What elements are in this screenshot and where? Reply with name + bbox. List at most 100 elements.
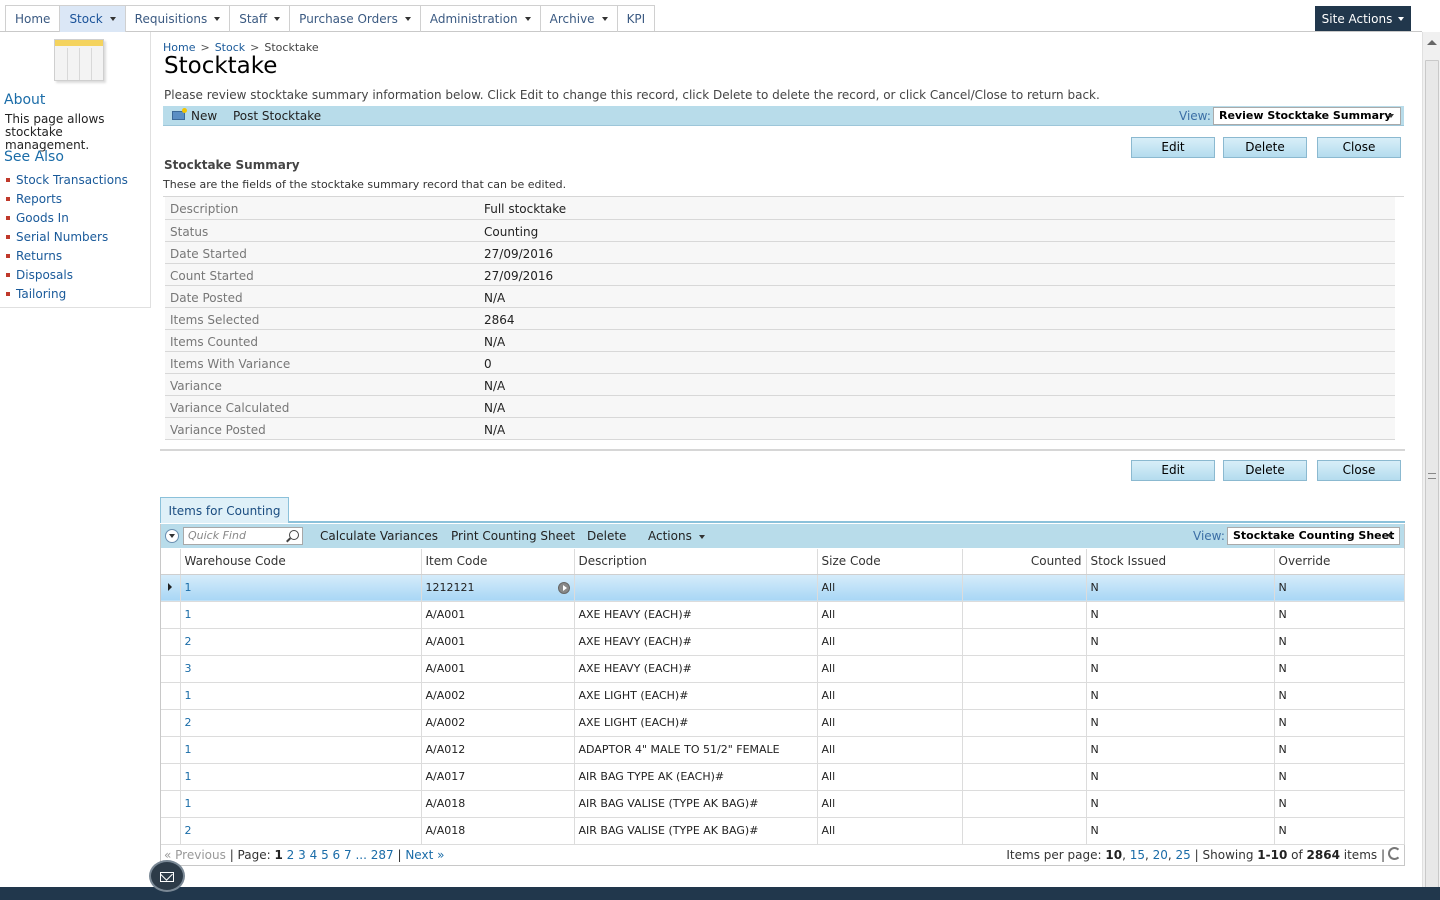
sidebar-link-disposals[interactable]: Disposals [6, 265, 128, 284]
cell-warehouse[interactable]: 1 [180, 574, 422, 602]
page-link-6[interactable]: 6 [333, 848, 341, 862]
edit-button-bottom[interactable]: Edit [1131, 460, 1215, 481]
nav-tab-purchase-orders[interactable]: Purchase Orders [290, 6, 421, 32]
post-stocktake-button[interactable]: Post Stocktake [233, 106, 321, 126]
site-actions-menu[interactable]: Site Actions [1315, 6, 1411, 31]
cell-warehouse[interactable]: 2 [180, 709, 422, 737]
cell-warehouse[interactable]: 1 [180, 682, 422, 710]
actions-menu[interactable]: Actions [648, 524, 705, 548]
scroll-up-icon[interactable] [1427, 40, 1437, 45]
table-row[interactable]: 2 A/A018 AIR BAG VALISE (TYPE AK BAG)# All N… [161, 817, 1405, 845]
table-row[interactable]: 1 A/A001 AXE HEAVY (EACH)# All N N [161, 601, 1405, 629]
nav-tab-stock[interactable]: Stock [60, 6, 126, 32]
cell-warehouse[interactable]: 1 [180, 601, 422, 629]
table-row[interactable]: 1 1212121 All N N [161, 574, 1405, 602]
nav-tab-requisitions[interactable]: Requisitions [126, 6, 231, 32]
previous-page-link[interactable]: « Previous [164, 848, 226, 862]
go-arrow-icon[interactable] [557, 581, 570, 594]
nav-tab-archive[interactable]: Archive [541, 6, 618, 32]
close-button-bottom[interactable]: Close [1317, 460, 1401, 481]
per-page-option-15[interactable]: 15 [1130, 848, 1145, 862]
row-selector[interactable] [161, 574, 181, 602]
row-selector[interactable] [161, 601, 181, 629]
column-header-override[interactable]: Override [1274, 549, 1405, 575]
page-link-7[interactable]: 7 [344, 848, 352, 862]
sidebar-link-goods-in[interactable]: Goods In [6, 208, 128, 227]
grid-view-selector[interactable]: Stocktake Counting Sheet [1227, 527, 1400, 545]
cell-item: A/A018 [421, 817, 575, 845]
close-button[interactable]: Close [1317, 137, 1401, 158]
sidebar-link-serial-numbers[interactable]: Serial Numbers [6, 227, 128, 246]
row-selector[interactable] [161, 682, 181, 710]
cell-item-value: A/A002 [425, 689, 466, 702]
row-selector[interactable] [161, 763, 181, 791]
table-row[interactable]: 2 A/A001 AXE HEAVY (EACH)# All N N [161, 628, 1405, 656]
cell-counted [962, 655, 1087, 683]
cell-warehouse[interactable]: 3 [180, 655, 422, 683]
column-header-size-code[interactable]: Size Code [817, 549, 963, 575]
column-header-counted[interactable]: Counted [962, 549, 1087, 575]
row-selector[interactable] [161, 628, 181, 656]
table-row[interactable]: 3 A/A001 AXE HEAVY (EACH)# All N N [161, 655, 1405, 683]
calculate-variances-button[interactable]: Calculate Variances [320, 524, 438, 548]
sidebar-link-stock-transactions[interactable]: Stock Transactions [6, 170, 128, 189]
cell-counted [962, 574, 1087, 602]
pager-ellipsis[interactable]: ... [355, 848, 366, 862]
refresh-icon[interactable] [1388, 847, 1401, 860]
nav-tab-administration[interactable]: Administration [421, 6, 541, 32]
cell-warehouse[interactable]: 2 [180, 628, 422, 656]
delete-button-bottom[interactable]: Delete [1223, 460, 1307, 481]
per-page-option-20[interactable]: 20 [1153, 848, 1168, 862]
row-selector[interactable] [161, 817, 181, 845]
edit-button[interactable]: Edit [1131, 137, 1215, 158]
nav-tab-home[interactable]: Home [6, 6, 61, 32]
sidebar-link-reports[interactable]: Reports [6, 189, 128, 208]
row-selector[interactable] [161, 736, 181, 764]
per-page-option-25[interactable]: 25 [1176, 848, 1191, 862]
cell-warehouse[interactable]: 2 [180, 817, 422, 845]
search-icon[interactable] [289, 530, 299, 540]
table-row[interactable]: 1 A/A012 ADAPTOR 4" MALE TO 51/2" FEMALE Al… [161, 736, 1405, 764]
new-button[interactable]: New [191, 106, 217, 126]
tab-items-for-counting[interactable]: Items for Counting [160, 497, 289, 523]
table-row[interactable]: 1 A/A018 AIR BAG VALISE (TYPE AK BAG)# All N… [161, 790, 1405, 818]
page-link-1[interactable]: 1 [274, 848, 282, 862]
grid-delete-button[interactable]: Delete [587, 524, 626, 548]
scrollbar-thumb[interactable] [1425, 60, 1439, 890]
row-selector[interactable] [161, 655, 181, 683]
sidebar-link-returns[interactable]: Returns [6, 246, 128, 265]
quick-find-input[interactable]: Quick Find [183, 527, 303, 545]
delete-button[interactable]: Delete [1223, 137, 1307, 158]
view-selector[interactable]: Review Stocktake Summary [1213, 107, 1401, 125]
table-row[interactable]: 1 A/A017 AIR BAG TYPE AK (EACH)# All N N [161, 763, 1405, 791]
nav-tab-kpi[interactable]: KPI [618, 6, 655, 32]
column-header-item-code[interactable]: Item Code [421, 549, 575, 575]
column-header-description[interactable]: Description [574, 549, 818, 575]
page-link-2[interactable]: 2 [287, 848, 295, 862]
vertical-scrollbar[interactable] [1422, 32, 1440, 890]
column-header-stock-issued[interactable]: Stock Issued [1086, 549, 1275, 575]
row-selector[interactable] [161, 790, 181, 818]
nav-tab-staff[interactable]: Staff [230, 6, 291, 32]
table-row[interactable]: 1 A/A002 AXE LIGHT (EACH)# All N N [161, 682, 1405, 710]
page-link-3[interactable]: 3 [298, 848, 306, 862]
column-header-warehouse-code[interactable]: Warehouse Code [180, 549, 422, 575]
sidebar-link-tailoring[interactable]: Tailoring [6, 284, 128, 303]
last-page-link[interactable]: 287 [371, 848, 394, 862]
summary-field-value: N/A [479, 395, 1395, 418]
cell-warehouse[interactable]: 1 [180, 736, 422, 764]
print-counting-sheet-button[interactable]: Print Counting Sheet [451, 524, 575, 548]
mail-button[interactable] [149, 860, 185, 892]
cell-warehouse[interactable]: 1 [180, 763, 422, 791]
cell-size: All [817, 601, 963, 629]
table-row[interactable]: 2 A/A002 AXE LIGHT (EACH)# All N N [161, 709, 1405, 737]
collapse-icon[interactable] [165, 529, 179, 543]
row-selector[interactable] [161, 709, 181, 737]
per-page-option-10[interactable]: 10 [1105, 848, 1122, 862]
next-page-link[interactable]: Next » [405, 848, 444, 862]
chevron-down-icon [109, 17, 116, 21]
cell-size-value: All [821, 824, 836, 837]
page-link-4[interactable]: 4 [310, 848, 318, 862]
page-link-5[interactable]: 5 [321, 848, 329, 862]
cell-warehouse[interactable]: 1 [180, 790, 422, 818]
